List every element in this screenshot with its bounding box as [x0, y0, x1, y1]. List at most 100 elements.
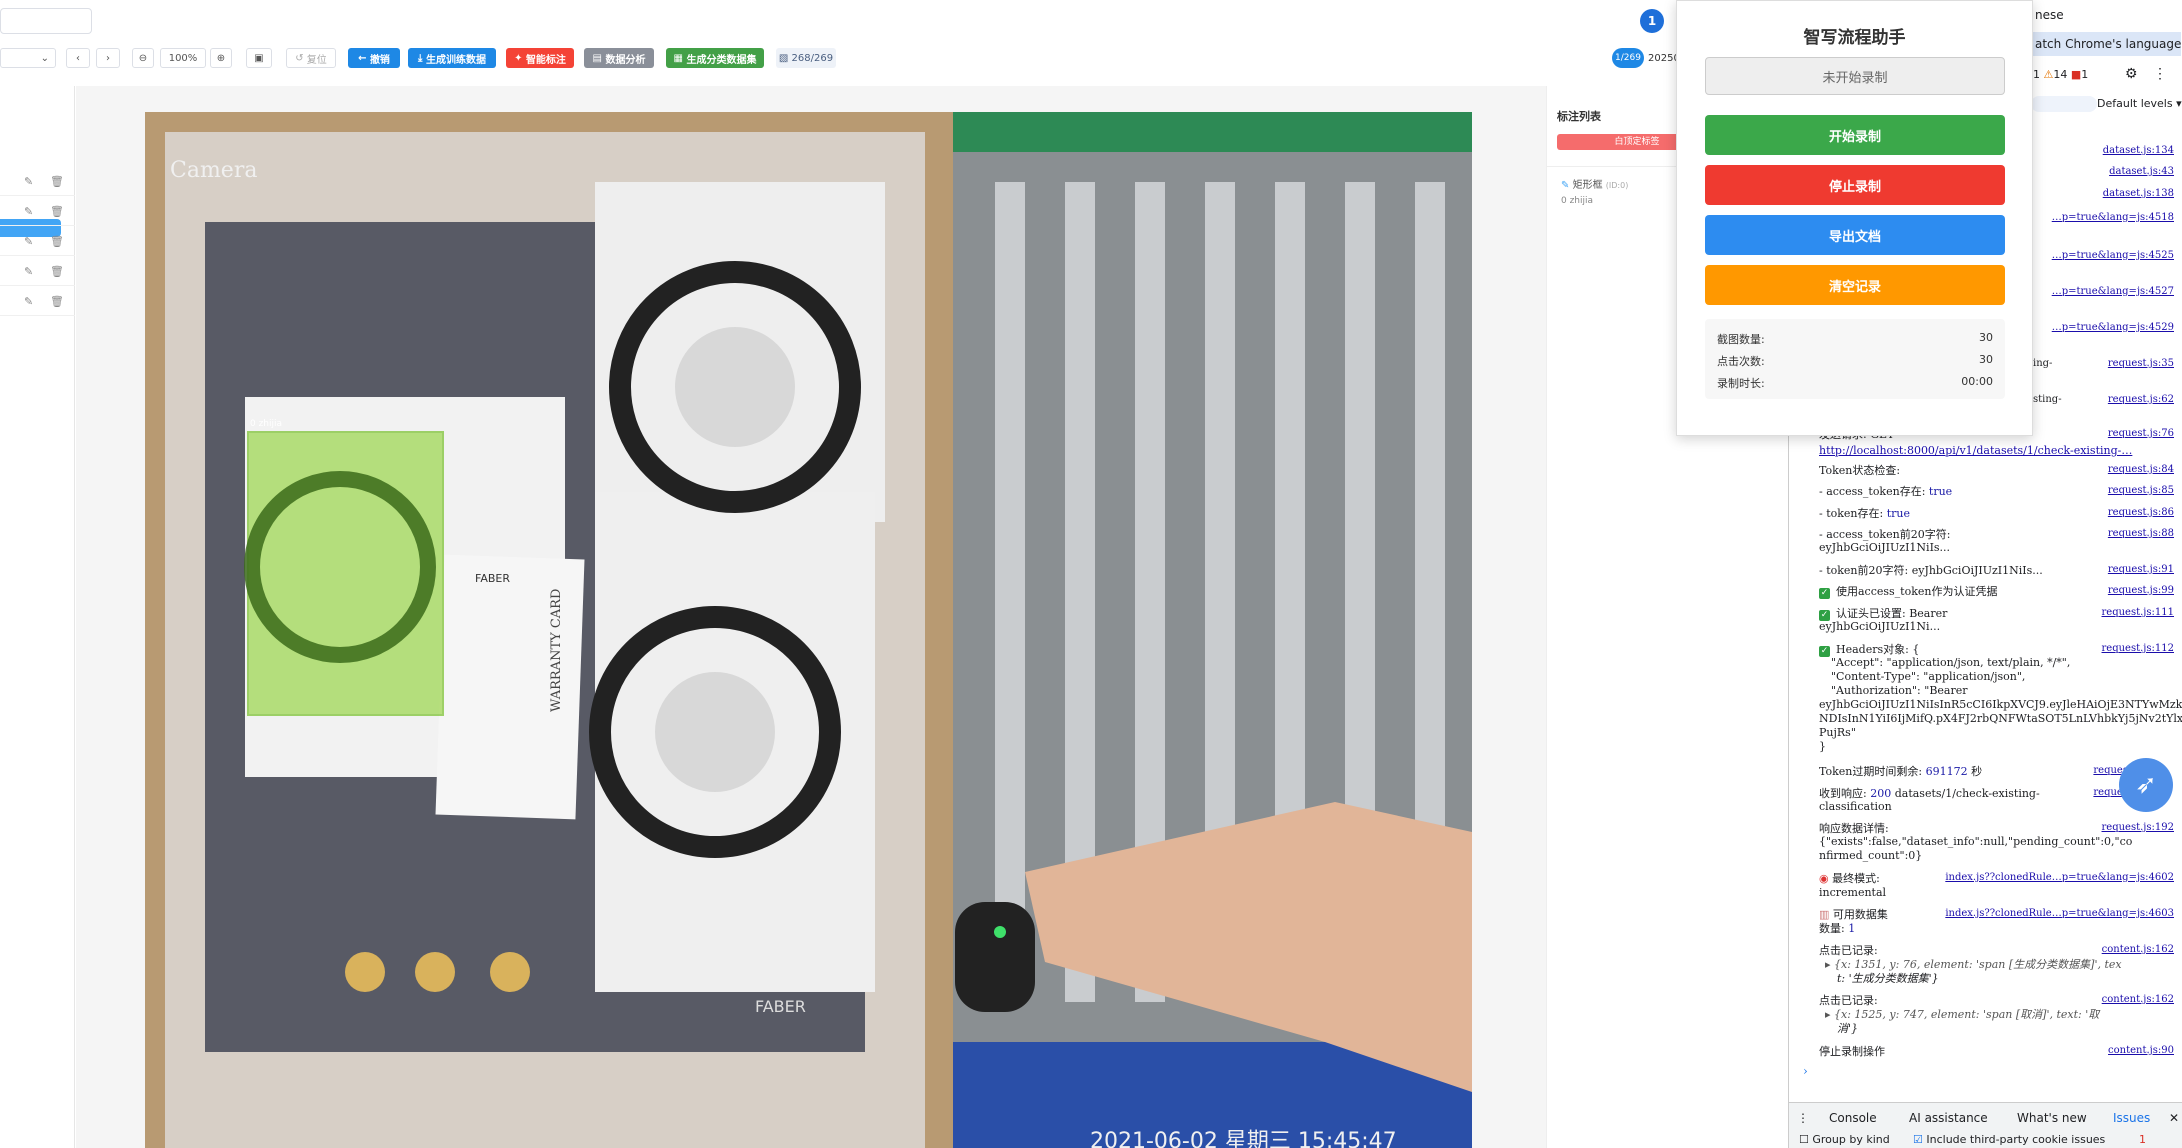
edit-icon[interactable]: ✎: [24, 175, 33, 188]
start-recording-button[interactable]: 开始录制: [1705, 115, 2005, 155]
log-object-text: {x: 1351, y: 76, element: 'span [生成分类数据集…: [1834, 958, 2122, 971]
log-object[interactable]: ▸ {x: 1351, y: 76, element: 'span [生成分类数…: [1825, 958, 2174, 971]
source-link[interactable]: …p=true&lang=js:4527: [2052, 286, 2174, 297]
console-line: NDIsInN1YiI6IjMifQ.pX4FJ2rbQNFWtaSOT5LnL…: [1819, 712, 2182, 725]
more-icon[interactable]: ⋮: [2153, 66, 2167, 82]
source-link[interactable]: request.js:99: [2108, 585, 2174, 596]
match-language-button[interactable]: atch Chrome's language: [2031, 32, 2181, 56]
trash-icon[interactable]: 🗑: [50, 235, 64, 248]
request-url[interactable]: http://localhost:8000/api/v1/datasets/1/…: [1819, 444, 2174, 457]
issue-counters[interactable]: 1 ⚠14 ■1: [2033, 68, 2088, 81]
source-link[interactable]: dataset.js:43: [2109, 166, 2174, 177]
trash-icon[interactable]: 🗑: [50, 295, 64, 308]
trash-icon[interactable]: 🗑: [50, 265, 64, 278]
gen-class-dataset-button[interactable]: ▦ 生成分类数据集: [666, 48, 764, 68]
source-link[interactable]: content.js:162: [2102, 994, 2174, 1005]
source-link[interactable]: …p=true&lang=js:4518: [2052, 212, 2174, 223]
source-link[interactable]: dataset.js:138: [2103, 188, 2174, 199]
expand-triangle-icon[interactable]: ▸: [1825, 1008, 1834, 1021]
edit-icon[interactable]: ✎: [24, 295, 33, 308]
annotation-label: 0 zhijia: [250, 419, 282, 429]
third-party-option[interactable]: ☑ Include third-party cookie issues: [1913, 1133, 2105, 1146]
export-doc-button[interactable]: 导出文档: [1705, 215, 2005, 255]
annotation-list-title: 标注列表: [1557, 110, 1601, 123]
source-link[interactable]: …p=true&lang=js:4529: [2052, 322, 2174, 333]
tab-whats-new[interactable]: What's new: [2017, 1111, 2087, 1125]
log-object[interactable]: ▸ {x: 1525, y: 747, element: 'span [取消]'…: [1825, 1008, 2174, 1021]
console-line: nfirmed_count":0}: [1819, 849, 1923, 862]
dataset-select[interactable]: ⌄: [0, 48, 56, 68]
source-link[interactable]: request.js:88: [2108, 528, 2174, 539]
target-icon: ◉: [1819, 872, 1829, 885]
prev-image-button[interactable]: ‹: [66, 48, 90, 68]
zoom-out-button[interactable]: ⊖: [132, 48, 154, 68]
group-by-kind-option[interactable]: ☐ Group by kind: [1799, 1133, 1890, 1146]
log-object-cont: t: '生成分类数据集'}: [1837, 972, 1939, 985]
source-link[interactable]: index.js??clonedRule…p=true&lang=js:4602: [1945, 872, 2174, 883]
log-value: true: [1928, 485, 1953, 498]
source-link[interactable]: content.js:162: [2102, 944, 2174, 955]
zoom-in-button[interactable]: ⊕: [210, 48, 232, 68]
timestamp-overlay: 2021-06-02 星期三 15:45:47: [1090, 1129, 1397, 1148]
source-link[interactable]: request.js:192: [2102, 822, 2174, 833]
source-link[interactable]: request.js:85: [2108, 485, 2174, 496]
undo-button[interactable]: ← 撤销: [348, 48, 400, 68]
clear-records-button[interactable]: 清空记录: [1705, 265, 2005, 305]
stop-recording-button[interactable]: 停止录制: [1705, 165, 2005, 205]
list-item[interactable]: ✎ 🗑: [0, 226, 75, 256]
source-link[interactable]: request.js:76: [2108, 428, 2174, 439]
tab-ai-assistance[interactable]: AI assistance: [1909, 1111, 1988, 1125]
expand-triangle-icon[interactable]: ▸: [1825, 958, 1834, 971]
smart-annotate-button[interactable]: ✦ 智能标注: [506, 48, 574, 68]
tab-issues[interactable]: Issues: [2113, 1111, 2150, 1125]
tab-console[interactable]: Console: [1829, 1111, 1877, 1125]
image-count-text: 268/269: [791, 52, 834, 64]
console-prompt-icon[interactable]: ›: [1803, 1064, 1808, 1078]
stove-brand-text: FABER: [755, 997, 806, 1016]
gen-training-data-label: 生成训练数据: [425, 54, 486, 66]
chevron-left-icon: ‹: [76, 52, 80, 64]
fit-screen-button[interactable]: ▣: [246, 48, 272, 68]
reset-button[interactable]: ↺ 复位: [286, 48, 336, 68]
edit-icon[interactable]: ✎: [24, 235, 33, 248]
source-link[interactable]: request.js:112: [2102, 643, 2174, 654]
warranty-text: WARRANTY CARD: [549, 589, 564, 712]
list-item[interactable]: ✎ 🗑: [0, 166, 75, 196]
gear-icon[interactable]: ⚙: [2125, 66, 2138, 82]
default-levels-dropdown[interactable]: Default levels ▾: [2097, 97, 2182, 110]
source-link[interactable]: request.js:84: [2108, 464, 2174, 475]
log-fragment: sting-: [2033, 394, 2062, 405]
console-line: 数量: 1: [1819, 922, 2174, 935]
annotation-image[interactable]: FABER WARRANTY CARD FABER Camera 2021-06…: [145, 112, 1472, 1148]
edit-icon[interactable]: ✎: [24, 205, 33, 218]
edit-icon[interactable]: ✎: [1561, 180, 1569, 191]
notification-badge[interactable]: 1: [1640, 9, 1664, 33]
source-link[interactable]: index.js??clonedRule…p=true&lang=js:4603: [1945, 908, 2174, 919]
filter-input[interactable]: [2031, 96, 2097, 112]
drawer-menu-icon[interactable]: ⋮: [1797, 1111, 1809, 1125]
annotation-item[interactable]: ✎ 矩形框 (ID:0): [1561, 176, 1628, 191]
data-analysis-button[interactable]: ▤ 数据分析: [584, 48, 654, 68]
source-link[interactable]: request.js:62: [2108, 394, 2174, 405]
gen-training-data-button[interactable]: ⤓ 生成训练数据: [408, 48, 496, 68]
trash-icon[interactable]: 🗑: [50, 205, 64, 218]
source-link[interactable]: request.js:91: [2108, 564, 2174, 575]
assistant-bird-icon[interactable]: ➶: [2119, 758, 2173, 812]
source-link[interactable]: dataset.js:134: [2103, 145, 2174, 156]
source-link[interactable]: …p=true&lang=js:4525: [2052, 250, 2174, 261]
trash-icon[interactable]: 🗑: [50, 175, 64, 188]
list-item[interactable]: ✎ 🗑: [0, 286, 75, 316]
top-search-input[interactable]: [0, 8, 92, 34]
source-link[interactable]: request.js:86: [2108, 507, 2174, 518]
list-item[interactable]: ✎ 🗑: [0, 256, 75, 286]
next-image-button[interactable]: ›: [96, 48, 120, 68]
source-link[interactable]: request.js:111: [2102, 607, 2174, 618]
source-link[interactable]: request.js:35: [2108, 358, 2174, 369]
edit-icon[interactable]: ✎: [24, 265, 33, 278]
source-link[interactable]: content.js:90: [2108, 1045, 2174, 1056]
close-icon[interactable]: ✕: [2169, 1111, 2179, 1125]
check-icon: ✓: [1819, 646, 1830, 657]
list-item[interactable]: ✎ 🗑: [0, 196, 75, 226]
zoom-out-icon: ⊖: [138, 52, 148, 64]
console-line: eyJhbGciOiJIUzI1NiIs...: [1819, 541, 1951, 554]
